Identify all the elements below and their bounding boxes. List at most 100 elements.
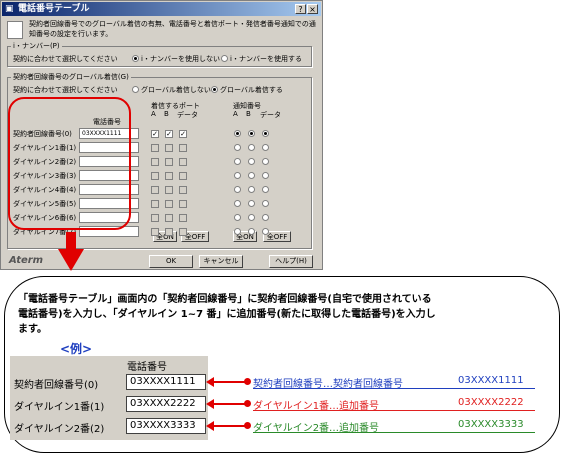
notify-b-radio[interactable]	[248, 186, 255, 193]
notify-data-radio[interactable]	[262, 200, 269, 207]
port-col-b: B	[164, 110, 169, 118]
notify-b-radio[interactable]	[248, 158, 255, 165]
port-col-a: A	[151, 110, 156, 118]
port-data-checkbox[interactable]	[179, 214, 187, 222]
notify-a-radio[interactable]	[234, 186, 241, 193]
global-off-label: グローバル着信しない	[141, 86, 211, 94]
port-b-checkbox[interactable]	[165, 144, 173, 152]
notify-a-radio[interactable]	[234, 214, 241, 221]
inumber-off-radio[interactable]	[132, 55, 139, 62]
notify-b-radio[interactable]	[248, 228, 255, 235]
example-note-number: 03XXXX3333	[458, 419, 524, 430]
example-note-number: 03XXXX2222	[458, 397, 524, 408]
port-col-data: データ	[177, 111, 198, 119]
notify-b-radio[interactable]	[248, 172, 255, 179]
notify-col-data: データ	[260, 111, 281, 119]
notify-b-radio[interactable]	[248, 144, 255, 151]
port-b-checkbox[interactable]: ✓	[165, 130, 173, 138]
example-row-label: ダイヤルイン1番(1)	[14, 402, 105, 413]
notify-data-radio[interactable]	[262, 228, 269, 235]
port-b-checkbox[interactable]	[165, 214, 173, 222]
inumber-group-title: i・ナンバー(P)	[11, 41, 62, 51]
example-column-header: 電話番号	[127, 362, 167, 373]
port-data-checkbox[interactable]	[179, 186, 187, 194]
notify-data-radio[interactable]	[262, 186, 269, 193]
notify-col-b: B	[246, 110, 251, 118]
port-data-checkbox[interactable]	[179, 144, 187, 152]
highlight-outline	[8, 97, 131, 230]
notify-a-radio[interactable]	[234, 228, 241, 235]
inumber-on-label: i・ナンバーを使用する	[230, 55, 302, 63]
arrow-down-icon	[58, 249, 84, 271]
arrow-left-icon	[206, 421, 214, 431]
port-data-checkbox[interactable]	[179, 228, 187, 236]
port-a-checkbox[interactable]	[151, 200, 159, 208]
inumber-on-radio[interactable]	[221, 55, 228, 62]
port-a-checkbox[interactable]	[151, 214, 159, 222]
example-underline	[253, 432, 535, 433]
port-b-checkbox[interactable]	[165, 172, 173, 180]
global-on-label: グローバル着信する	[220, 86, 283, 94]
ok-button[interactable]: OK	[149, 255, 193, 268]
example-arrow-line	[212, 381, 246, 383]
notify-data-radio[interactable]	[262, 158, 269, 165]
dialog-title: 電話番号テーブル	[18, 4, 90, 14]
cancel-button[interactable]: キャンセル	[199, 255, 243, 268]
inumber-off-label: i・ナンバーを使用しない	[141, 55, 220, 63]
example-phone-input[interactable]: 03XXXX3333	[126, 418, 206, 434]
example-phone-input[interactable]: 03XXXX1111	[126, 374, 206, 390]
notify-data-radio[interactable]	[262, 144, 269, 151]
help-icon[interactable]: ?	[295, 4, 306, 14]
notify-b-radio[interactable]	[248, 130, 255, 137]
arrow-shaft	[66, 232, 76, 250]
callout-line-3: ます。	[18, 324, 47, 335]
port-b-checkbox[interactable]	[165, 186, 173, 194]
port-a-checkbox[interactable]	[151, 186, 159, 194]
global-on-radio[interactable]	[211, 86, 218, 93]
intro-text-1: 契約者回線番号でのグローバル着信の有無、電話番号と着信ポート・発信者番号通知での…	[29, 20, 316, 28]
port-b-checkbox[interactable]	[165, 158, 173, 166]
port-data-checkbox[interactable]	[179, 158, 187, 166]
notify-a-radio[interactable]	[234, 200, 241, 207]
port-data-checkbox[interactable]	[179, 200, 187, 208]
port-a-checkbox[interactable]	[151, 144, 159, 152]
example-underline	[253, 410, 535, 411]
app-icon: ▣	[5, 4, 14, 14]
port-a-checkbox[interactable]	[151, 228, 159, 236]
close-icon[interactable]: ×	[307, 4, 318, 14]
port-a-checkbox[interactable]	[151, 158, 159, 166]
example-arrow-line	[212, 403, 246, 405]
example-phone-input[interactable]: 03XXXX2222	[126, 396, 206, 412]
notify-a-radio[interactable]	[234, 130, 241, 137]
notify-a-radio[interactable]	[234, 172, 241, 179]
example-note-number: 03XXXX1111	[458, 375, 524, 386]
port-data-checkbox[interactable]: ✓	[179, 130, 187, 138]
example-underline	[253, 388, 535, 389]
example-row-label: ダイヤルイン2番(2)	[14, 424, 105, 435]
port-a-checkbox[interactable]	[151, 172, 159, 180]
notify-col-a: A	[233, 110, 238, 118]
document-icon	[7, 21, 23, 39]
aterm-logo: Aterm	[9, 255, 44, 266]
notify-a-radio[interactable]	[234, 158, 241, 165]
port-data-checkbox[interactable]	[179, 172, 187, 180]
help-button[interactable]: ヘルプ(H)	[269, 255, 313, 268]
global-off-radio[interactable]	[132, 86, 139, 93]
port-a-checkbox[interactable]: ✓	[151, 130, 159, 138]
title-bar: ▣ 電話番号テーブル ? ×	[2, 2, 321, 16]
notify-data-radio[interactable]	[262, 214, 269, 221]
inumber-desc: 契約に合わせて選択してください	[13, 55, 118, 63]
notify-data-radio[interactable]	[262, 130, 269, 137]
arrow-left-icon	[206, 377, 214, 387]
port-b-checkbox[interactable]	[165, 200, 173, 208]
port-b-checkbox[interactable]	[165, 228, 173, 236]
global-group-title: 契約者回線番号のグローバル着信(G)	[11, 72, 131, 82]
callout-line-2: 電話番号)を入力し、「ダイヤルイン 1~7 番」に追加番号(新たに取得した電話番…	[18, 309, 436, 320]
arrow-left-icon	[206, 399, 214, 409]
notify-data-radio[interactable]	[262, 172, 269, 179]
notify-a-radio[interactable]	[234, 144, 241, 151]
notify-b-radio[interactable]	[248, 200, 255, 207]
global-desc: 契約に合わせて選択してください	[13, 86, 118, 94]
notify-b-radio[interactable]	[248, 214, 255, 221]
intro-text-2: 知番号の設定を行います。	[29, 30, 113, 38]
